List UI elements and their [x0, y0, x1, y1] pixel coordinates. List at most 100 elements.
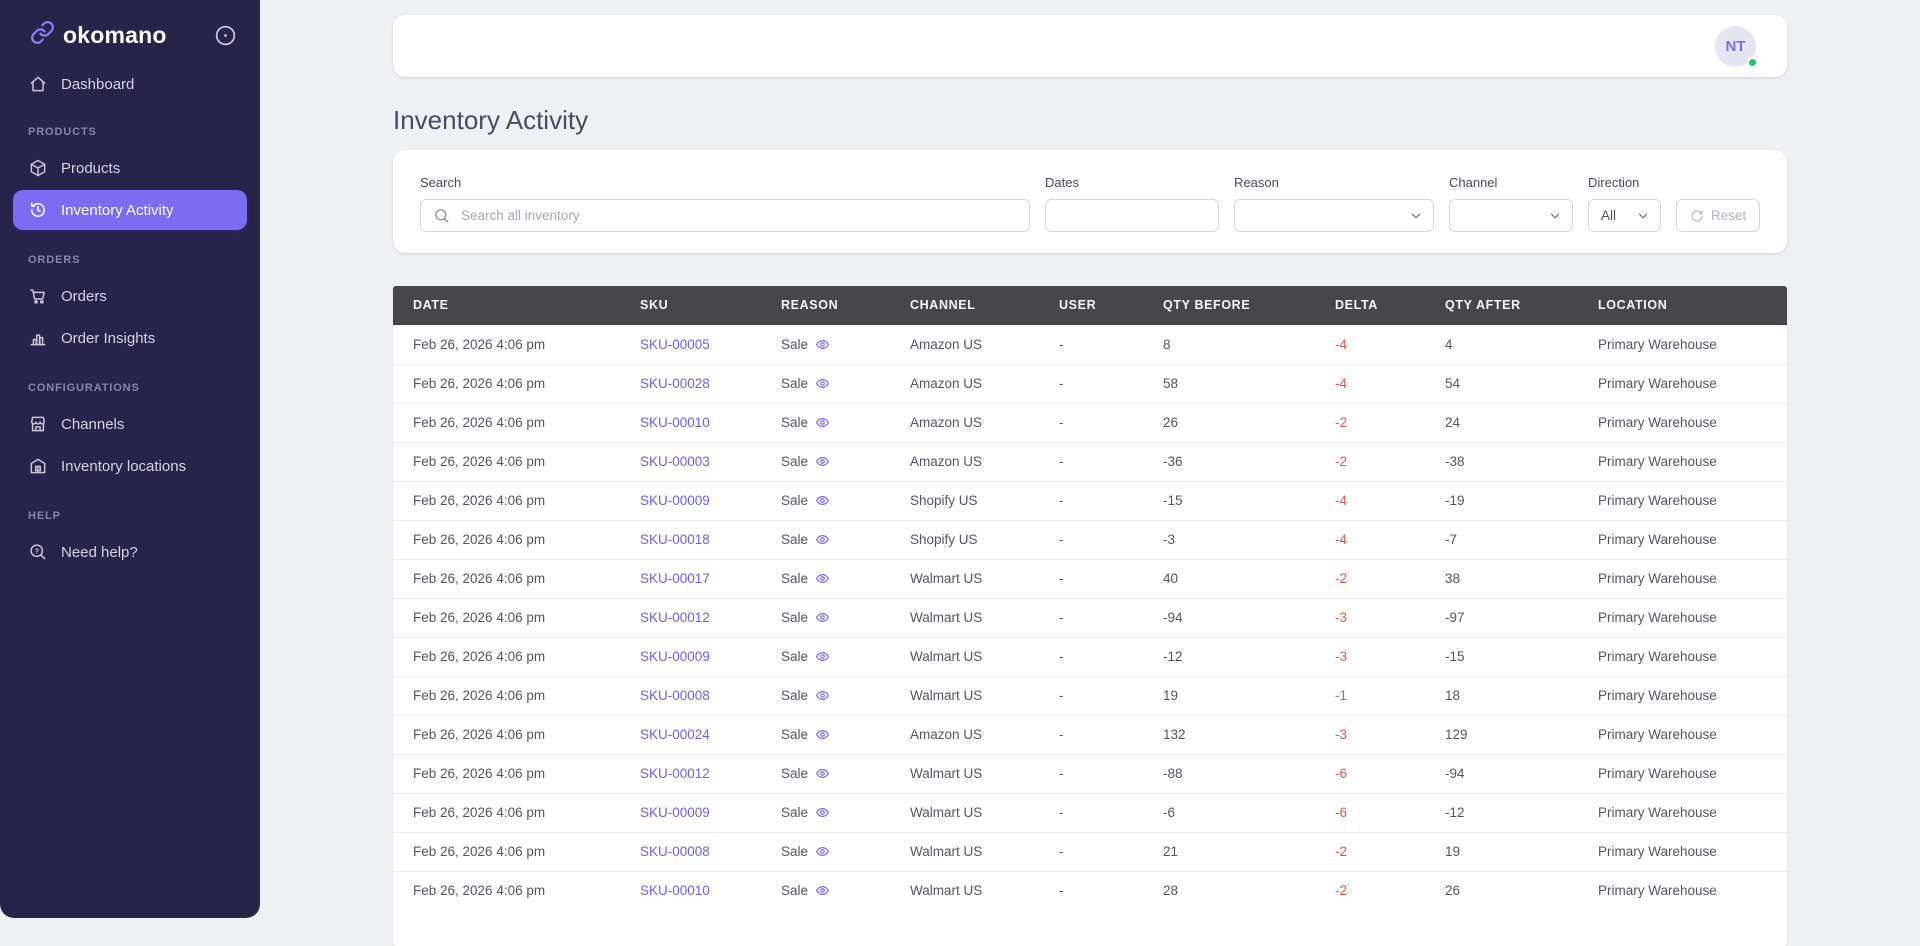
sku-link[interactable]: SKU-00003	[640, 454, 710, 469]
date-cell: Feb 26, 2026 4:06 pm	[393, 871, 640, 910]
sidebar-item-label: Dashboard	[61, 76, 134, 93]
sku-link[interactable]: SKU-00018	[640, 532, 710, 547]
eye-icon[interactable]	[815, 727, 830, 742]
reason-text: Sale	[781, 688, 808, 703]
sidebar-section-orders: ORDERS	[13, 254, 247, 266]
table-row: Feb 26, 2026 4:06 pm SKU-00003 Sale	[393, 442, 1787, 481]
sidebar-item-channels[interactable]: Channels	[13, 404, 247, 444]
sidebar-item-orders[interactable]: Orders	[13, 276, 247, 316]
sidebar-header: okomano	[0, 0, 260, 56]
sidebar-item-order-insights[interactable]: Order Insights	[13, 318, 247, 358]
qty-before-cell: -3	[1163, 520, 1335, 559]
sku-link[interactable]: SKU-00009	[640, 493, 710, 508]
reason-select[interactable]	[1234, 199, 1434, 232]
sku-link[interactable]: SKU-00012	[640, 766, 710, 781]
cart-icon	[28, 286, 48, 306]
eye-icon[interactable]	[815, 649, 830, 664]
channel-select[interactable]	[1449, 199, 1573, 232]
sku-link[interactable]: SKU-00028	[640, 376, 710, 391]
channel-cell: Walmart US	[910, 637, 1059, 676]
reset-button[interactable]: Reset	[1676, 199, 1760, 232]
eye-icon[interactable]	[815, 805, 830, 820]
eye-icon[interactable]	[815, 376, 830, 391]
eye-icon[interactable]	[815, 415, 830, 430]
brand-name: okomano	[63, 22, 167, 49]
channel-cell: Walmart US	[910, 793, 1059, 832]
qty-after-cell: 54	[1445, 364, 1598, 403]
dates-input[interactable]	[1045, 199, 1219, 232]
qty-before-cell: -6	[1163, 793, 1335, 832]
reason-text: Sale	[781, 454, 808, 469]
eye-icon[interactable]	[815, 610, 830, 625]
delta-cell: -2	[1335, 442, 1445, 481]
sku-link[interactable]: SKU-00024	[640, 727, 710, 742]
sku-cell: SKU-00012	[640, 754, 781, 793]
qty-before-cell: 58	[1163, 364, 1335, 403]
date-cell: Feb 26, 2026 4:06 pm	[393, 481, 640, 520]
reason-text: Sale	[781, 883, 808, 898]
reason-cell: Sale	[781, 793, 910, 832]
delta-cell: -1	[1335, 676, 1445, 715]
reason-text: Sale	[781, 337, 808, 352]
reason-cell: Sale	[781, 403, 910, 442]
column-header-delta: DELTA	[1335, 286, 1445, 325]
eye-icon[interactable]	[815, 883, 830, 898]
sku-link[interactable]: SKU-00010	[640, 415, 710, 430]
sidebar-item-need-help[interactable]: ? Need help?	[13, 532, 247, 572]
reason-cell: Sale	[781, 481, 910, 520]
table-row: Feb 26, 2026 4:06 pm SKU-00009 Sale	[393, 637, 1787, 676]
sidebar-item-inventory-locations[interactable]: Inventory locations	[13, 446, 247, 486]
eye-icon[interactable]	[815, 844, 830, 859]
search-input[interactable]	[420, 199, 1030, 232]
brand-logo[interactable]: okomano	[30, 20, 167, 50]
reason-text: Sale	[781, 376, 808, 391]
sku-link[interactable]: SKU-00005	[640, 337, 710, 352]
qty-after-cell: 24	[1445, 403, 1598, 442]
eye-icon[interactable]	[815, 766, 830, 781]
sku-link[interactable]: SKU-00008	[640, 844, 710, 859]
sidebar-item-products[interactable]: Products	[13, 148, 247, 188]
qty-before-cell: -12	[1163, 637, 1335, 676]
sku-link[interactable]: SKU-00008	[640, 688, 710, 703]
channel-cell: Walmart US	[910, 754, 1059, 793]
delta-cell: -4	[1335, 520, 1445, 559]
sku-link[interactable]: SKU-00009	[640, 805, 710, 820]
reason-cell: Sale	[781, 754, 910, 793]
channel-cell: Amazon US	[910, 403, 1059, 442]
sku-link[interactable]: SKU-00009	[640, 649, 710, 664]
delta-cell: -6	[1335, 754, 1445, 793]
channel-cell: Walmart US	[910, 559, 1059, 598]
sidebar-collapse-button[interactable]	[213, 23, 238, 48]
date-cell: Feb 26, 2026 4:06 pm	[393, 832, 640, 871]
sku-link[interactable]: SKU-00017	[640, 571, 710, 586]
eye-icon[interactable]	[815, 571, 830, 586]
column-header-user: USER	[1059, 286, 1163, 325]
location-cell: Primary Warehouse	[1598, 871, 1787, 910]
dates-field-group: Dates	[1045, 175, 1219, 232]
eye-icon[interactable]	[815, 493, 830, 508]
direction-select[interactable]: All	[1588, 199, 1661, 232]
reason-text: Sale	[781, 844, 808, 859]
eye-icon[interactable]	[815, 532, 830, 547]
page-title: Inventory Activity	[393, 105, 1787, 136]
eye-icon[interactable]	[815, 688, 830, 703]
sidebar-item-inventory-activity[interactable]: Inventory Activity	[13, 190, 247, 230]
svg-text:?: ?	[34, 546, 39, 555]
sidebar-item-dashboard[interactable]: Dashboard	[13, 64, 247, 104]
reason-cell: Sale	[781, 598, 910, 637]
column-header-sku: SKU	[640, 286, 781, 325]
sidebar-nav: Dashboard PRODUCTS Products Inventory Ac…	[0, 56, 260, 572]
sku-cell: SKU-00028	[640, 364, 781, 403]
user-avatar[interactable]: NT	[1715, 26, 1756, 67]
eye-icon[interactable]	[815, 337, 830, 352]
user-cell: -	[1059, 325, 1163, 364]
sku-link[interactable]: SKU-00012	[640, 610, 710, 625]
reason-cell: Sale	[781, 715, 910, 754]
eye-icon[interactable]	[815, 454, 830, 469]
main-content: NT Inventory Activity Search Dates Reaso…	[260, 0, 1920, 924]
sku-link[interactable]: SKU-00010	[640, 883, 710, 898]
location-cell: Primary Warehouse	[1598, 793, 1787, 832]
table-row: Feb 26, 2026 4:06 pm SKU-00005 Sale	[393, 325, 1787, 364]
location-cell: Primary Warehouse	[1598, 637, 1787, 676]
table-row: Feb 26, 2026 4:06 pm SKU-00010 Sale	[393, 403, 1787, 442]
